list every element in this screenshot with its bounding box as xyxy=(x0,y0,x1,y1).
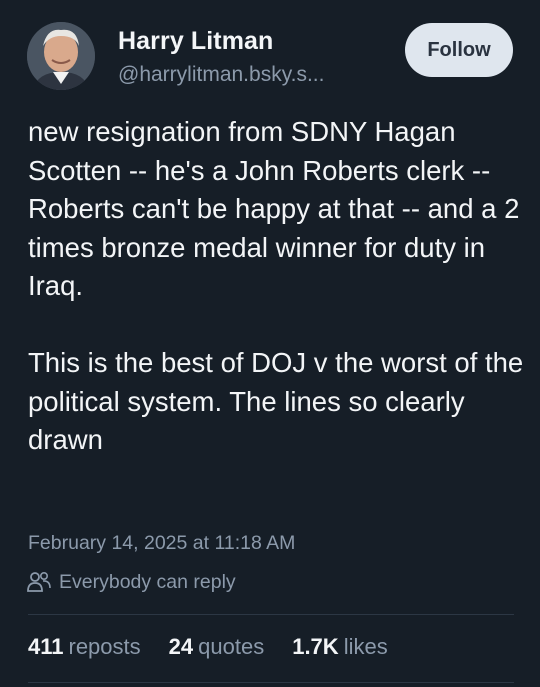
follow-button[interactable]: Follow xyxy=(405,23,513,77)
post-timestamp[interactable]: February 14, 2025 at 11:18 AM xyxy=(28,532,295,555)
reposts-label: reposts xyxy=(68,634,141,659)
post-body: new resignation from SDNY Hagan Scotten … xyxy=(28,113,528,460)
likes-label: likes xyxy=(343,634,388,659)
avatar[interactable] xyxy=(27,22,95,90)
reposts-count[interactable]: 411 reposts xyxy=(28,634,141,660)
quotes-count[interactable]: 24 quotes xyxy=(169,634,265,660)
post-header: Harry Litman @harrylitman.bsky.s... Foll… xyxy=(0,0,540,110)
avatar-photo xyxy=(27,22,95,90)
quotes-label: quotes xyxy=(198,634,265,659)
reposts-number: 411 xyxy=(28,634,64,659)
likes-count[interactable]: 1.7K likes xyxy=(292,634,388,660)
author-handle[interactable]: @harrylitman.bsky.s... xyxy=(118,63,324,87)
divider xyxy=(28,682,514,683)
post-paragraph: new resignation from SDNY Hagan Scotten … xyxy=(28,116,520,301)
reply-setting-label: Everybody can reply xyxy=(59,570,236,593)
likes-number: 1.7K xyxy=(292,634,339,659)
author-name[interactable]: Harry Litman xyxy=(118,27,273,56)
people-icon xyxy=(27,571,51,592)
engagement-stats: 411 reposts 24 quotes 1.7K likes xyxy=(28,634,388,660)
post-paragraph: This is the best of DOJ v the worst of t… xyxy=(28,347,524,455)
quotes-number: 24 xyxy=(168,634,194,659)
reply-setting: Everybody can reply xyxy=(27,569,236,595)
divider xyxy=(28,614,514,615)
